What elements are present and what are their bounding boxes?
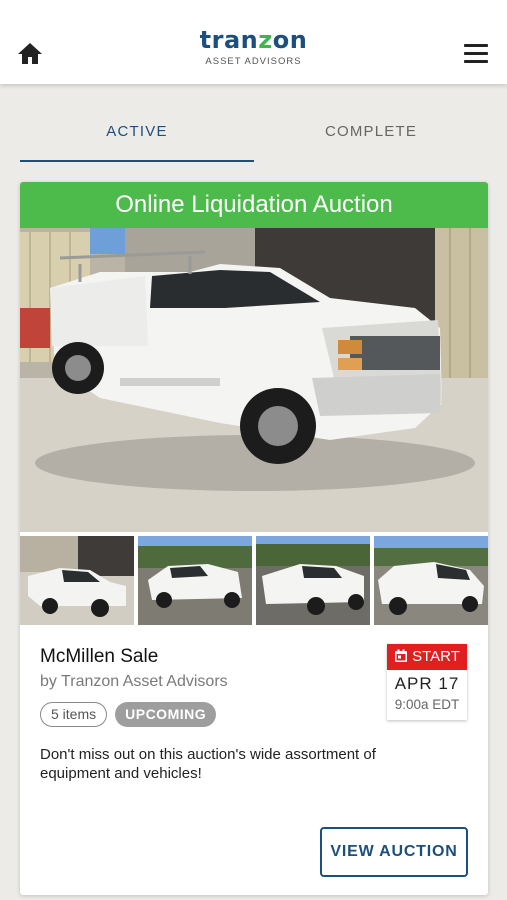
start-date: APR 17 [394,674,460,693]
logo-text-suffix: on [272,26,308,54]
menu-button[interactable] [464,44,492,66]
auction-title[interactable]: McMillen Sale [40,646,228,668]
start-time: 9:00a EDT [394,697,460,712]
auction-tabs: ACTIVE COMPLETE [0,108,507,164]
auction-seller: by Tranzon Asset Advisors [40,673,228,690]
thumbnail-photo[interactable] [20,536,134,625]
logo-text-prefix: tran [199,26,259,54]
tranzon-logo[interactable]: tranzon ASSET ADVISORS [0,26,507,67]
auction-type-banner: Online Liquidation Auction [20,182,488,228]
hamburger-menu-icon [464,44,492,63]
truck-thumbnail-image [138,536,252,625]
truck-thumbnail-image [256,536,370,625]
items-count-chip: 5 items [40,702,108,727]
tab-active[interactable]: ACTIVE [20,108,254,162]
logo-subtitle: ASSET ADVISORS [205,56,302,67]
start-date-box: START APR 17 9:00a EDT [387,644,467,720]
view-auction-button[interactable]: VIEW AUCTION [320,827,468,877]
start-date-header: START [387,644,467,670]
tab-complete[interactable]: COMPLETE [254,108,488,164]
truck-thumbnail-image [20,536,134,625]
auction-card: Online Liquidation Auction McMillen Sale… [20,182,488,895]
status-badge: UPCOMING [115,702,217,727]
calendar-icon [395,649,408,662]
thumbnail-photo[interactable] [138,536,252,625]
thumbnail-photo[interactable] [374,536,488,625]
start-label: START [412,648,460,665]
auction-description: Don't miss out on this auction's wide as… [40,746,376,782]
logo-text-z: z [258,26,273,54]
truck-photo-image [20,228,488,532]
auction-info: McMillen Sale by Tranzon Asset Advisors … [40,646,228,728]
auction-chips: 5 items UPCOMING [40,702,228,728]
auction-main-photo[interactable] [20,228,488,532]
thumbnail-strip [20,536,488,625]
thumbnail-photo[interactable] [256,536,370,625]
truck-thumbnail-image [374,536,488,625]
app-header: tranzon ASSET ADVISORS [0,0,507,84]
